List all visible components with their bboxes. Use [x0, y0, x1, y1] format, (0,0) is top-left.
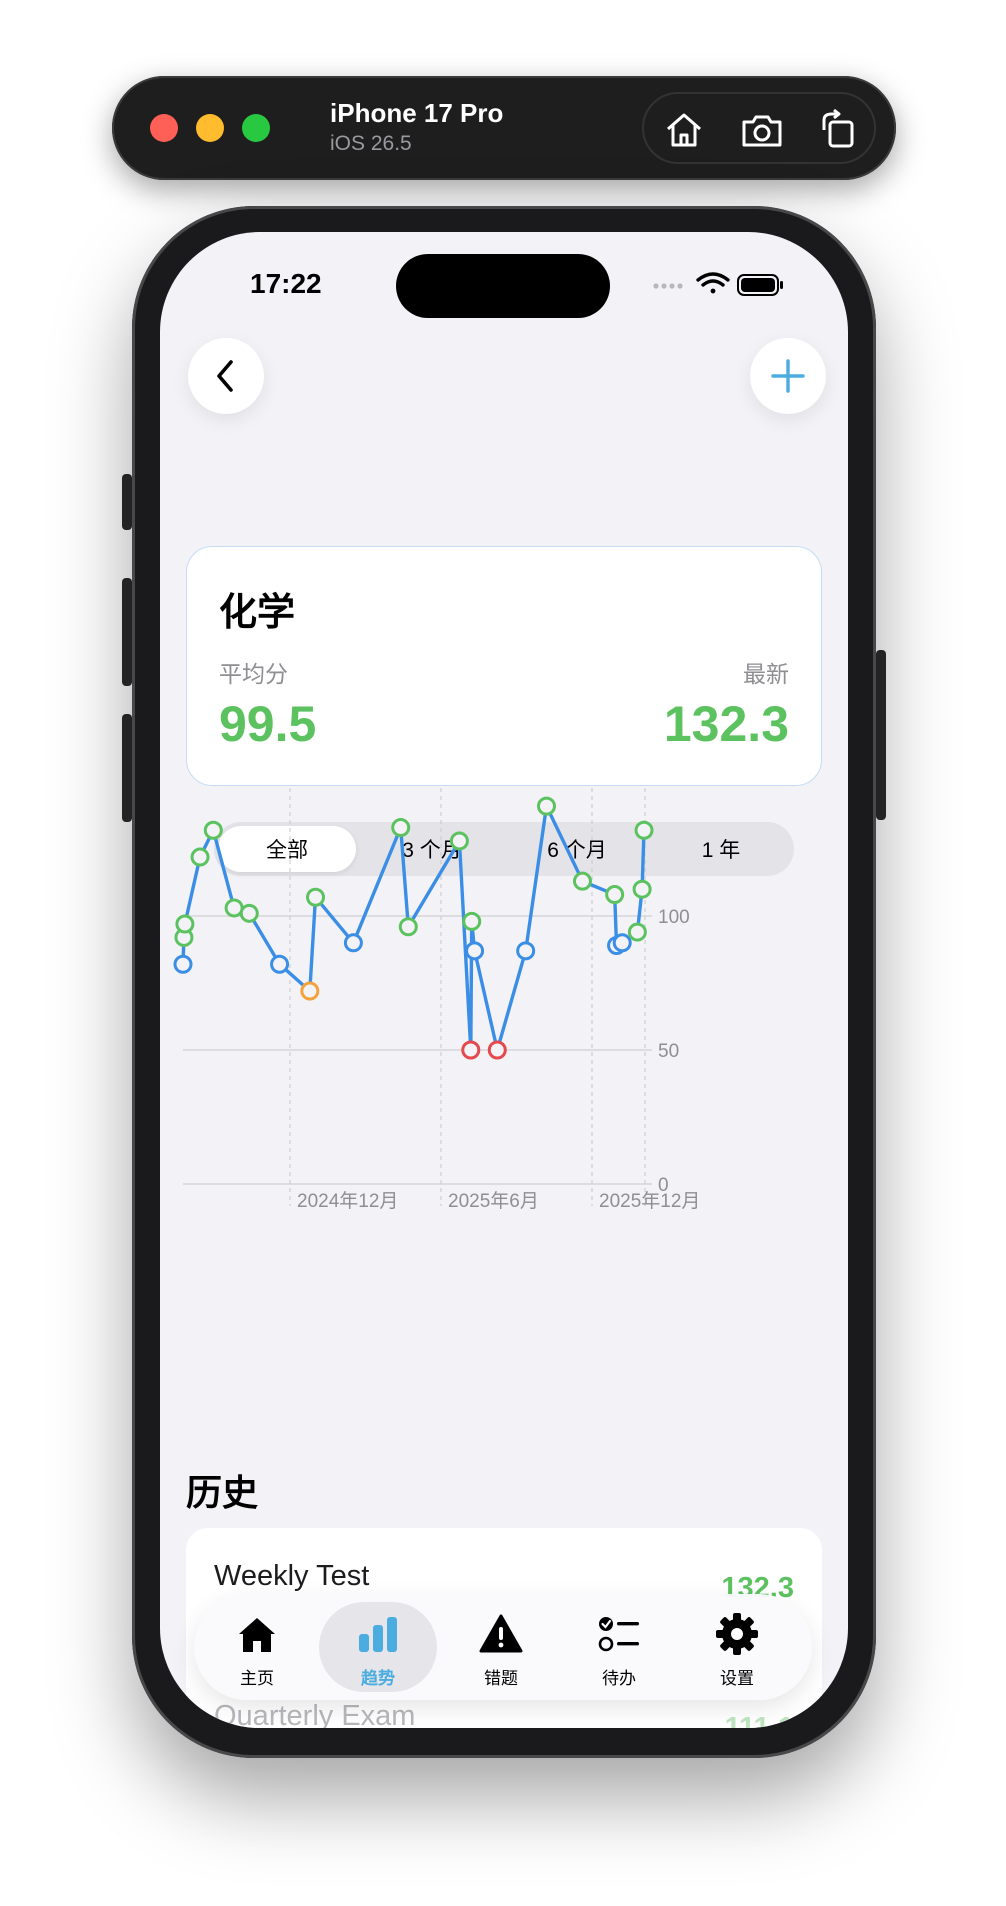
action-button — [122, 474, 132, 530]
data-point — [270, 954, 290, 974]
camera-icon — [742, 115, 782, 147]
volume-down-button — [122, 714, 132, 822]
history-item-name[interactable]: Quarterly Exam — [214, 1700, 415, 1728]
rotate-button[interactable] — [816, 108, 860, 152]
checklist-icon — [598, 1617, 639, 1652]
data-point — [449, 831, 469, 851]
tab-bar: 主页 趋势 错题 待办 设置 — [194, 1594, 812, 1700]
tab-home[interactable]: 主页 — [198, 1602, 316, 1692]
x-tick-label: 2025年12月 — [599, 1190, 700, 1212]
tab-label: 趋势 — [361, 1669, 395, 1688]
data-point — [536, 796, 556, 816]
minimize-window-button[interactable] — [196, 114, 224, 142]
history-title: 历史 — [186, 1472, 259, 1513]
data-point — [487, 1040, 507, 1060]
tab-label: 主页 — [240, 1669, 274, 1688]
x-tick-label: 2024年12月 — [297, 1190, 398, 1212]
data-point — [612, 933, 632, 953]
data-point — [173, 954, 193, 974]
power-button — [876, 650, 886, 820]
gear-icon — [716, 1613, 758, 1655]
data-point — [398, 917, 418, 937]
tab-mistakes[interactable]: 错题 — [442, 1602, 560, 1692]
history-item-name[interactable]: Weekly Test — [214, 1560, 369, 1593]
zoom-window-button[interactable] — [242, 114, 270, 142]
tab-settings[interactable]: 设置 — [678, 1602, 796, 1692]
simulator-toolbar: iPhone 17 Pro iOS 26.5 — [112, 76, 896, 180]
simulator-actions — [642, 92, 876, 164]
home-icon — [667, 113, 701, 147]
data-point — [605, 885, 625, 905]
tab-todo[interactable]: 待办 — [560, 1602, 678, 1692]
data-point — [239, 903, 259, 923]
tab-label: 设置 — [720, 1669, 754, 1688]
score-trend-chart: 1005002024年12月 2025年6月 2025年12月 — [173, 788, 700, 1212]
phone-screen: 17:22 化学 平均分 最新 99.5 132.3 全部 3 个月 6 个月 … — [160, 232, 848, 1728]
y-tick-label: 50 — [658, 1041, 679, 1062]
data-point — [461, 1040, 481, 1060]
data-point — [632, 879, 652, 899]
data-point — [391, 818, 411, 838]
volume-up-button — [122, 578, 132, 686]
data-point — [465, 941, 485, 961]
screenshot-button[interactable] — [740, 108, 784, 152]
house-icon — [239, 1618, 275, 1652]
history-item-score: 111.1 — [724, 1712, 794, 1728]
rotate-icon — [822, 108, 854, 148]
x-tick-label: 2025年6月 — [448, 1190, 539, 1212]
tab-label: 错题 — [484, 1669, 518, 1688]
data-point — [224, 898, 244, 918]
data-point — [343, 933, 363, 953]
warning-icon — [479, 1614, 523, 1653]
home-button[interactable] — [662, 108, 706, 152]
data-point — [306, 887, 326, 907]
tab-trends[interactable]: 趋势 — [319, 1602, 437, 1692]
os-version: iOS 26.5 — [330, 132, 412, 155]
y-tick-label: 100 — [658, 907, 690, 928]
data-point — [300, 981, 320, 1001]
data-point — [627, 922, 647, 942]
data-point — [516, 941, 536, 961]
device-name: iPhone 17 Pro — [330, 98, 504, 128]
tab-label: 待办 — [602, 1669, 636, 1688]
close-window-button[interactable] — [150, 114, 178, 142]
data-point — [634, 820, 654, 840]
data-point — [462, 911, 482, 931]
data-point — [190, 847, 210, 867]
chart-bar-icon — [359, 1617, 397, 1652]
data-point — [203, 820, 223, 840]
data-point — [572, 871, 592, 891]
data-point — [175, 914, 195, 934]
